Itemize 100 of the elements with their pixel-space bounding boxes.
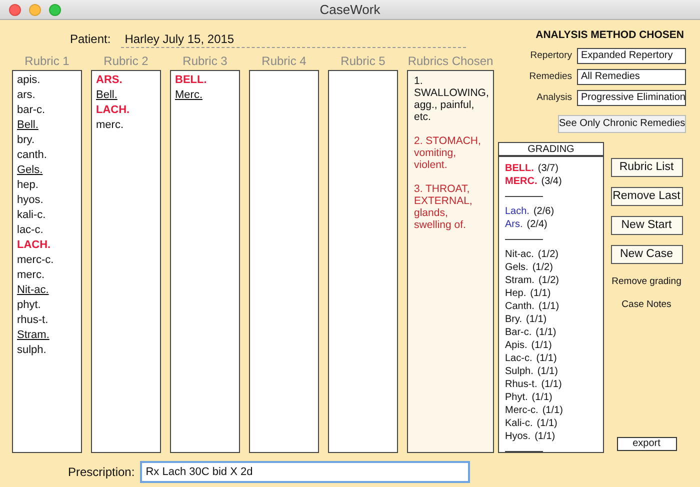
remedy-name: kali-c. <box>17 208 46 223</box>
remedy-name: BELL. <box>505 162 534 175</box>
remedy-name: LACH. <box>17 238 51 253</box>
score-text: (1/1) <box>531 338 552 352</box>
remedy-name: Apis. <box>505 338 528 352</box>
score-text: (2/6) <box>533 204 554 218</box>
remedy-name: bry. <box>17 133 35 148</box>
select-field[interactable]: Expanded Repertory <box>577 48 686 64</box>
score-text: (1/2) <box>532 260 553 274</box>
separator-line <box>505 196 543 197</box>
column-heading: Rubrics Chosen <box>408 53 494 70</box>
remedy-name: hep. <box>17 178 38 193</box>
remedy-list[interactable] <box>249 70 319 453</box>
remedy-name: hyos. <box>17 193 44 208</box>
remedy-name: Lac-c. <box>505 352 532 365</box>
remedy-name: merc. <box>17 268 44 283</box>
score-text: (1/1) <box>538 300 560 313</box>
rubric-text: 2. STOMACH, vomiting, violent. <box>414 135 482 171</box>
remedy-name: merc-c. <box>17 253 54 268</box>
remedy-name: Sulph. <box>505 364 534 378</box>
zoom-button[interactable] <box>49 4 61 16</box>
remedy-name: rhus-t. <box>17 313 48 328</box>
remedy-name: Lach. <box>505 204 530 218</box>
patient-field[interactable]: Harley July 15, 2015 <box>120 32 466 48</box>
action-button[interactable]: New Start <box>610 216 682 235</box>
score-text: (1/1) <box>530 286 551 300</box>
remedy-list[interactable]: ARS. Bell. LACH. merc. <box>91 70 161 453</box>
select-field[interactable]: All Remedies <box>577 68 686 85</box>
score-text: (3/4) <box>541 174 562 188</box>
chronic-remedies-button[interactable]: See Only Chronic Remedies <box>558 114 686 133</box>
close-button[interactable] <box>9 4 21 16</box>
score-text: (1/1) <box>541 378 562 391</box>
remedy-name: LACH. <box>96 103 130 118</box>
text-link[interactable]: Remove grading <box>612 274 682 289</box>
grading-heading: GRADING <box>499 142 603 157</box>
separator-line <box>505 238 543 240</box>
remedy-name: Bar-c. <box>505 326 532 339</box>
remedy-name: lac-c. <box>17 223 44 238</box>
rubric-text: 3. THROAT, EXTERNAL, glands, swelling of. <box>414 183 474 231</box>
minimize-button[interactable] <box>29 4 41 16</box>
score-text: (1/1) <box>536 416 558 430</box>
window-title: CaseWork <box>320 0 380 19</box>
remedy-name: Nit-ac. <box>505 248 534 261</box>
remedy-list[interactable]: apis. ars. bar-c. Bell. bry. canth. Gels. hep. hyos. kali-c. lac-c. LACH. merc-c. merc. Nit-ac. phyt. rhus-t. Stram. sulph. <box>12 70 82 453</box>
remedy-name: Bell. <box>96 88 118 103</box>
score-text: (1/1) <box>536 326 556 339</box>
score-text: (1/1) <box>532 390 552 404</box>
column-heading: Rubric 2 <box>104 53 148 70</box>
remedy-name: Merc-c. <box>505 404 538 417</box>
remedy-name: Canth. <box>505 300 534 313</box>
remedy-name: bar-c. <box>17 103 46 118</box>
remedy-name: ars. <box>17 88 36 103</box>
score-text: (1/2) <box>538 248 558 261</box>
remedy-name: Gels. <box>17 163 43 178</box>
score-text: (1/1) <box>534 430 556 443</box>
remedy-name: Bry. <box>505 312 522 326</box>
patient-label: Patient: <box>70 31 111 48</box>
section-heading: ANALYSIS METHOD CHOSEN <box>536 28 685 43</box>
remedy-list[interactable]: BELL. Merc. <box>170 70 240 453</box>
remedy-name: Rhus-t. <box>505 378 538 391</box>
column-heading: Rubric 3 <box>182 53 228 70</box>
remedy-name: apis. <box>17 73 40 88</box>
action-button[interactable]: New Case <box>610 244 682 264</box>
column-heading: Rubric 5 <box>340 53 386 70</box>
score-text: (1/1) <box>536 352 557 365</box>
remedy-name: Bell. <box>17 118 38 133</box>
remedy-name: Gels. <box>505 260 528 274</box>
remedy-name: Nit-ac. <box>17 283 49 298</box>
score-text: (2/4) <box>526 218 548 231</box>
remedy-name: sulph. <box>17 343 46 358</box>
select-field[interactable]: Progressive Elimination <box>577 90 686 106</box>
remedy-name: Phyt. <box>505 390 528 404</box>
column-heading: Rubric 4 <box>262 53 306 70</box>
remedy-name: Hep. <box>505 286 526 300</box>
remedy-name: Stram. <box>17 328 50 343</box>
rubric-text: 1. SWALLOWING, agg., painful, etc. <box>414 75 487 123</box>
remedy-name: Hyos. <box>505 430 531 443</box>
remedy-name: Merc. <box>175 88 202 103</box>
score-text: (1/2) <box>538 274 560 287</box>
remedy-name: phyt. <box>17 298 41 313</box>
column-heading: Rubric 1 <box>24 53 70 70</box>
prescription-field[interactable]: Rx Lach 30C bid X 2d <box>140 461 470 483</box>
field-label: Remedies <box>529 70 572 84</box>
text-link[interactable]: Case Notes <box>622 298 672 312</box>
score-text: (1/1) <box>526 312 547 326</box>
score-text: (3/7) <box>538 162 558 175</box>
prescription-label: Prescription: <box>68 464 135 481</box>
remedy-name: Ars. <box>505 218 523 231</box>
remedy-name: Kali-c. <box>505 416 533 430</box>
export-button[interactable]: export <box>616 436 676 451</box>
remedy-name: Stram. <box>505 274 534 287</box>
remedy-name: BELL. <box>175 73 207 88</box>
field-label: Repertory <box>530 48 572 63</box>
remedy-list[interactable] <box>328 70 398 453</box>
score-text: (1/1) <box>537 364 558 378</box>
score-text: (1/1) <box>542 404 563 417</box>
action-button[interactable]: Rubric List <box>610 158 682 177</box>
remedy-name: MERC. <box>505 174 538 188</box>
remedy-name: canth. <box>17 148 47 163</box>
action-button[interactable]: Remove Last <box>610 186 682 206</box>
